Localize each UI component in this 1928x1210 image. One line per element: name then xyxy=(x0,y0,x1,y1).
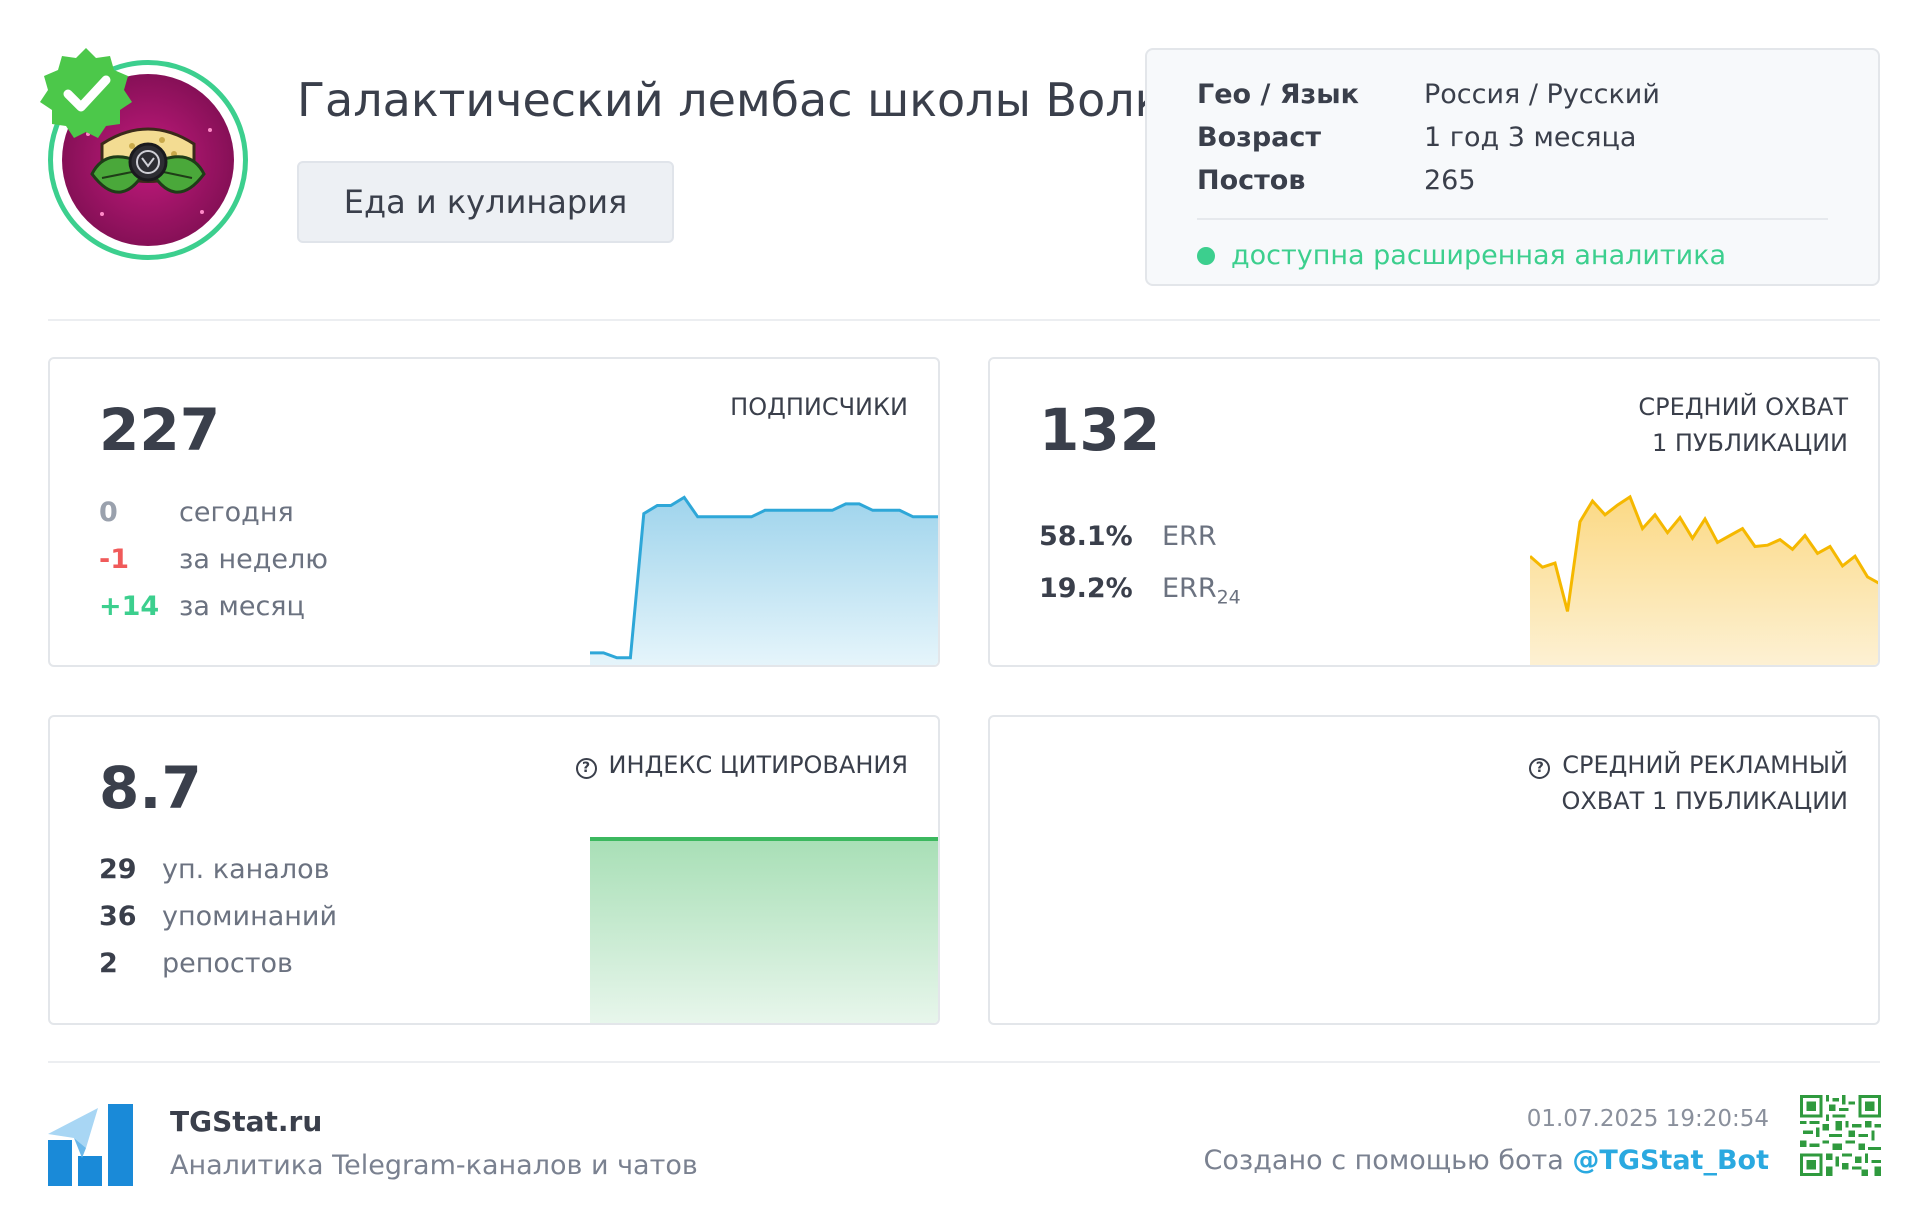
posts-label: Постов xyxy=(1197,165,1306,196)
subscribers-sparkline xyxy=(590,495,938,665)
subscribers-count: 227 xyxy=(99,396,221,464)
subscribers-month-label: за месяц xyxy=(179,591,305,622)
info-divider xyxy=(1197,218,1828,220)
ad-reach-label: ? СРЕДНИЙ РЕКЛАМНЫЙ ОХВАТ 1 ПУБЛИКАЦИИ xyxy=(1529,747,1848,819)
err24-label: ERR24 xyxy=(1162,569,1241,617)
reposts-value: 2 xyxy=(99,948,118,979)
err24-value: 19.2% xyxy=(1039,573,1133,604)
analytics-text: доступна расширенная аналитика xyxy=(1231,240,1727,271)
reach-sparkline-area xyxy=(1530,496,1878,665)
subscribers-today-label: сегодня xyxy=(179,497,294,528)
footer-bot-credit: Создано с помощью бота @TGStat_Bot xyxy=(1204,1141,1769,1181)
category-button[interactable]: Еда и кулинария xyxy=(297,161,674,243)
reach-label: СРЕДНИЙ ОХВАТ 1 ПУБЛИКАЦИИ xyxy=(1638,389,1848,461)
ad-reach-label-line1: ? СРЕДНИЙ РЕКЛАМНЫЙ xyxy=(1529,747,1848,783)
err-value: 58.1% xyxy=(1039,521,1133,552)
generated-timestamp: 01.07.2025 19:20:54 xyxy=(1526,1106,1769,1132)
verified-check-icon xyxy=(40,48,132,138)
question-circle-icon[interactable]: ? xyxy=(575,758,597,779)
bot-link[interactable]: @TGStat_Bot xyxy=(1572,1145,1769,1176)
subscribers-month-value: +14 xyxy=(99,591,160,622)
question-circle-icon[interactable]: ? xyxy=(1529,758,1551,779)
reach-card[interactable]: 132 СРЕДНИЙ ОХВАТ 1 ПУБЛИКАЦИИ 58.1% ERR… xyxy=(988,357,1880,667)
status-dot-icon xyxy=(1197,247,1215,265)
geo-label: Гео / Язык xyxy=(1197,79,1359,110)
reach-label-line2: 1 ПУБЛИКАЦИИ xyxy=(1651,429,1848,457)
ad-reach-label-text1: СРЕДНИЙ РЕКЛАМНЫЙ xyxy=(1562,751,1848,779)
tgstat-logo-icon[interactable] xyxy=(48,1104,133,1186)
channel-avatar xyxy=(40,48,248,260)
extended-analytics-status[interactable]: доступна расширенная аналитика xyxy=(1197,236,1726,276)
citation-card[interactable]: 8.7 ? ИНДЕКС ЦИТИРОВАНИЯ 29 уп. каналов 3… xyxy=(48,715,940,1025)
subscribers-today-value: 0 xyxy=(99,497,118,528)
ad-reach-label-line2: ОХВАТ 1 ПУБЛИКАЦИИ xyxy=(1561,787,1848,815)
mentions-value: 36 xyxy=(99,901,137,932)
age-label: Возраст xyxy=(1197,122,1322,153)
reach-value: 132 xyxy=(1039,396,1161,464)
subscribers-label: ПОДПИСЧИКИ xyxy=(730,393,908,421)
citation-label-text: ИНДЕКС ЦИТИРОВАНИЯ xyxy=(608,751,908,779)
citation-sparkline-area xyxy=(590,839,938,1023)
geo-value: Россия / Русский xyxy=(1424,79,1660,110)
posts-value: 265 xyxy=(1424,165,1476,196)
channel-info-panel: Гео / Язык Россия / Русский Возраст 1 го… xyxy=(1145,48,1880,286)
subscribers-card[interactable]: 227 ПОДПИСЧИКИ 0 сегодня -1 за неделю +1… xyxy=(48,357,940,667)
footer-tagline: Аналитика Telegram-каналов и чатов xyxy=(170,1150,698,1181)
err-label: ERR xyxy=(1162,521,1217,552)
ad-reach-card[interactable]: ? СРЕДНИЙ РЕКЛАМНЫЙ ОХВАТ 1 ПУБЛИКАЦИИ xyxy=(988,715,1880,1025)
err24-label-sub: 24 xyxy=(1216,586,1241,609)
channel-title: Галактический лембас школы Волка xyxy=(297,73,1191,127)
subscribers-week-value: -1 xyxy=(99,544,129,575)
footer-bot-prefix: Создано с помощью бота xyxy=(1203,1145,1573,1176)
reach-label-line1: СРЕДНИЙ ОХВАТ xyxy=(1638,393,1848,421)
err24-label-text: ERR xyxy=(1162,573,1217,604)
header-divider xyxy=(48,319,1880,321)
qr-code-icon[interactable] xyxy=(1800,1095,1881,1176)
reach-sparkline xyxy=(1530,494,1878,665)
reposts-label: репостов xyxy=(162,948,293,979)
citation-label: ? ИНДЕКС ЦИТИРОВАНИЯ xyxy=(575,747,908,783)
age-value: 1 год 3 месяца xyxy=(1424,122,1637,153)
mention-channels-value: 29 xyxy=(99,854,137,885)
mentions-label: упоминаний xyxy=(162,901,338,932)
footer-brand[interactable]: TGStat.ru xyxy=(170,1102,322,1142)
mention-channels-label: уп. каналов xyxy=(162,854,330,885)
citation-index-value: 8.7 xyxy=(99,754,202,822)
citation-sparkline xyxy=(590,837,938,1023)
subscribers-week-label: за неделю xyxy=(179,544,329,575)
footer-divider xyxy=(48,1061,1880,1063)
